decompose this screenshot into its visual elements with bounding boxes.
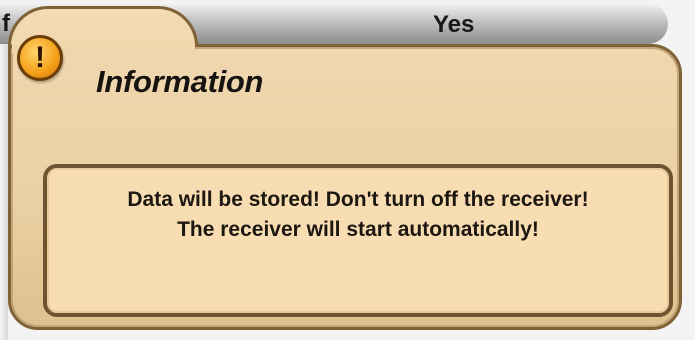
message-line-1: Data will be stored! Don't turn off the …	[127, 188, 589, 211]
background-edge	[0, 44, 8, 340]
message-line-2: The receiver will start automatically!	[177, 218, 539, 241]
background-menu-value: Yes	[433, 11, 475, 38]
message-box: Data will be stored! Don't turn off the …	[43, 164, 673, 317]
exclamation-warning-icon: !	[17, 35, 63, 81]
dialog-title: Information	[96, 64, 264, 99]
screen: f Yes Data will be stored! Don't turn of…	[0, 0, 695, 340]
